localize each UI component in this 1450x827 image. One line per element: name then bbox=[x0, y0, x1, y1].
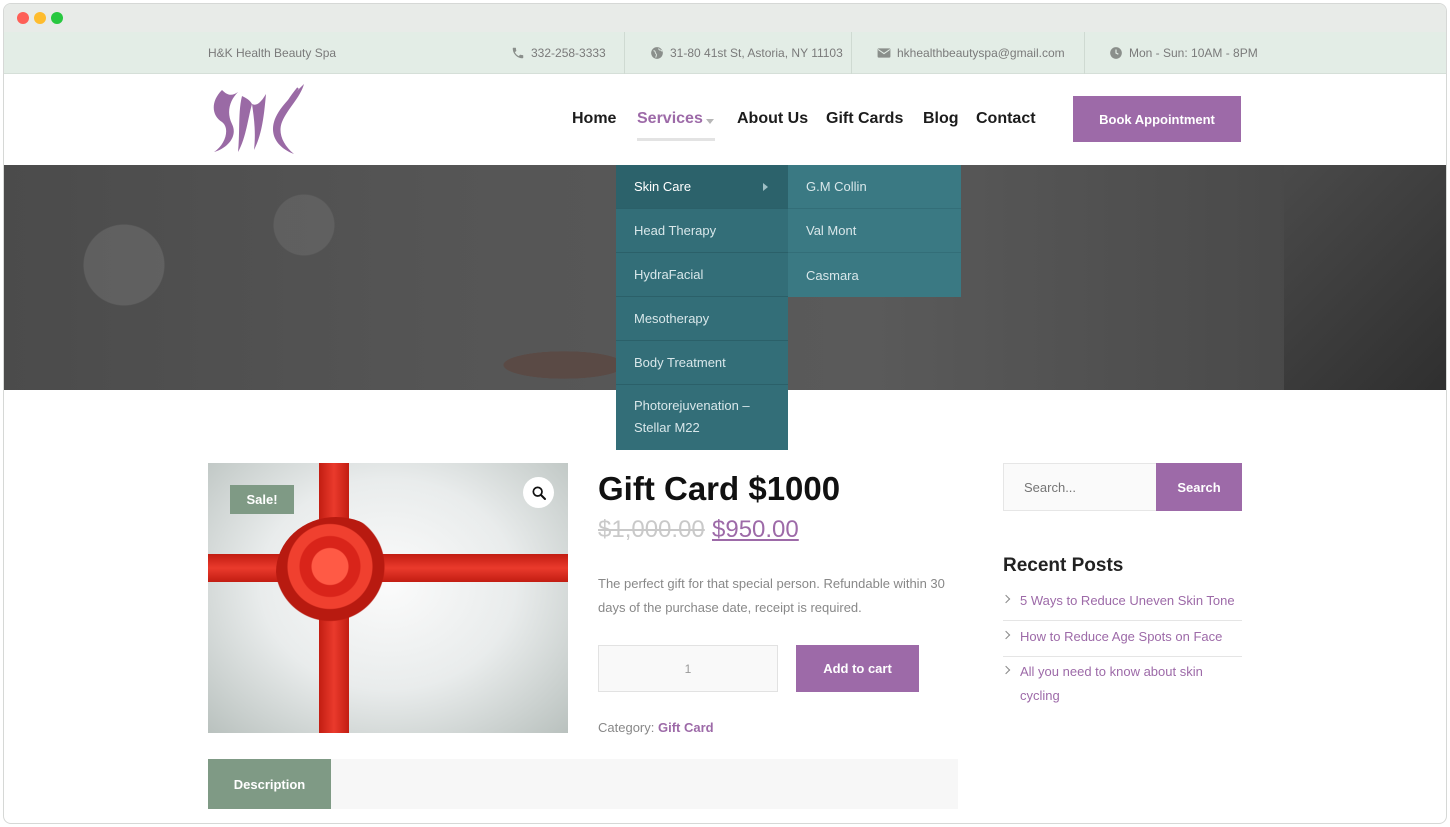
nav-gift-cards[interactable]: Gift Cards bbox=[826, 110, 903, 128]
menu-item-label: Mesotherapy bbox=[634, 311, 710, 326]
menu-item-skin-care[interactable]: Skin Care bbox=[616, 165, 788, 209]
nav-home[interactable]: Home bbox=[572, 110, 616, 128]
recent-post-title[interactable]: How to Reduce Age Spots on Face bbox=[1020, 629, 1222, 644]
menu-item-label: Stellar M22 bbox=[634, 420, 700, 435]
browser-window: H&K Health Beauty Spa 332-258-3333 31-80… bbox=[3, 3, 1447, 824]
divider bbox=[1084, 32, 1085, 74]
envelope-icon bbox=[877, 48, 891, 58]
recent-post-link[interactable]: All you need to know about skin cycling bbox=[1001, 660, 1242, 708]
submenu-item-gm-collin[interactable]: G.M Collin bbox=[788, 165, 961, 209]
chevron-right-icon bbox=[1001, 630, 1011, 640]
menu-item-label: Skin Care bbox=[634, 179, 692, 194]
sale-price: $950.00 bbox=[712, 516, 799, 543]
submenu-item-casmara[interactable]: Casmara bbox=[788, 253, 961, 297]
menu-item-label: G.M Collin bbox=[806, 179, 867, 194]
hk-logo[interactable] bbox=[208, 82, 308, 163]
search-button[interactable]: Search bbox=[1156, 463, 1242, 511]
product-title: Gift Card $1000 bbox=[598, 470, 841, 507]
chevron-right-icon bbox=[763, 182, 768, 191]
phone-icon bbox=[512, 47, 524, 59]
menu-item-label: Val Mont bbox=[806, 223, 857, 238]
phone-text: 332-258-3333 bbox=[531, 46, 606, 60]
topbar-hours: Mon - Sun: 10AM - 8PM bbox=[1109, 32, 1258, 74]
recent-post-link[interactable]: How to Reduce Age Spots on Face bbox=[1001, 625, 1242, 649]
menu-item-label: Casmara bbox=[806, 267, 859, 283]
chevron-down-icon bbox=[706, 119, 714, 124]
gift-bow bbox=[276, 517, 396, 627]
recent-posts-heading: Recent Posts bbox=[1003, 555, 1124, 576]
site-header: Home Services About Us Gift Cards Blog C… bbox=[4, 74, 1446, 165]
menu-item-label: Body Treatment bbox=[634, 355, 726, 370]
topbar-email[interactable]: hkhealthbeautyspa@gmail.com bbox=[877, 32, 1065, 74]
menu-item-label: Head Therapy bbox=[634, 223, 717, 238]
recent-post-title[interactable]: 5 Ways to Reduce Uneven Skin Tone bbox=[1020, 593, 1235, 608]
search-input[interactable] bbox=[1003, 463, 1157, 511]
hero-decor bbox=[1284, 165, 1446, 390]
divider bbox=[1003, 620, 1242, 621]
category-label: Category: bbox=[598, 720, 655, 735]
product-short-description: The perfect gift for that special person… bbox=[598, 576, 945, 615]
nav-contact[interactable]: Contact bbox=[976, 110, 1036, 128]
top-info-bar: H&K Health Beauty Spa 332-258-3333 31-80… bbox=[4, 32, 1446, 74]
recent-post-title[interactable]: All you need to know about skin cycling bbox=[1020, 664, 1203, 703]
quantity-input[interactable] bbox=[598, 645, 778, 692]
add-to-cart-button[interactable]: Add to cart bbox=[796, 645, 919, 692]
divider bbox=[624, 32, 625, 74]
product-category: Category: Gift Card bbox=[598, 720, 714, 735]
maximize-window-icon[interactable] bbox=[51, 12, 63, 24]
recent-post-link[interactable]: 5 Ways to Reduce Uneven Skin Tone bbox=[1001, 589, 1242, 613]
email-text: hkhealthbeautyspa@gmail.com bbox=[897, 46, 1065, 60]
submenu-item-val-mont[interactable]: Val Mont bbox=[788, 209, 961, 253]
sale-badge: Sale! bbox=[230, 485, 294, 514]
topbar-phone[interactable]: 332-258-3333 bbox=[511, 32, 606, 74]
chevron-right-icon bbox=[1001, 665, 1011, 675]
menu-item-label: HydraFacial bbox=[634, 267, 704, 282]
close-window-icon[interactable] bbox=[17, 12, 29, 24]
clock-icon bbox=[1110, 47, 1122, 59]
tab-description[interactable]: Description bbox=[208, 759, 331, 809]
services-dropdown: Skin Care Head Therapy HydraFacial Mesot… bbox=[616, 165, 788, 450]
divider bbox=[1003, 656, 1242, 657]
nav-active-indicator bbox=[637, 138, 715, 141]
product-image[interactable]: Sale! bbox=[208, 463, 568, 733]
zoom-button[interactable] bbox=[523, 477, 554, 508]
minimize-window-icon[interactable] bbox=[34, 12, 46, 24]
menu-item-body-treatment[interactable]: Body Treatment bbox=[616, 341, 788, 385]
nav-about-us[interactable]: About Us bbox=[737, 110, 808, 128]
original-price: $1,000.00 bbox=[598, 516, 705, 543]
menu-item-mesotherapy[interactable]: Mesotherapy bbox=[616, 297, 788, 341]
divider bbox=[851, 32, 852, 74]
address-text: 31-80 41st St, Astoria, NY 11103 bbox=[670, 46, 843, 60]
globe-icon bbox=[651, 47, 663, 59]
menu-item-head-therapy[interactable]: Head Therapy bbox=[616, 209, 788, 253]
window-chrome bbox=[4, 4, 1446, 32]
nav-services[interactable]: Services bbox=[637, 110, 703, 128]
menu-item-label: Photorejuvenation – bbox=[634, 398, 750, 413]
book-appointment-button[interactable]: Book Appointment bbox=[1073, 96, 1241, 142]
nav-blog[interactable]: Blog bbox=[923, 110, 959, 128]
menu-item-hydrafacial[interactable]: HydraFacial bbox=[616, 253, 788, 297]
magnifier-icon bbox=[531, 485, 546, 500]
hours-text: Mon - Sun: 10AM - 8PM bbox=[1129, 46, 1258, 60]
category-link[interactable]: Gift Card bbox=[658, 720, 714, 735]
topbar-address[interactable]: 31-80 41st St, Astoria, NY 11103 bbox=[650, 32, 843, 74]
menu-item-photorejuvenation[interactable]: Photorejuvenation – Stellar M22 bbox=[616, 385, 788, 449]
product-tabs: Description bbox=[208, 759, 958, 809]
chevron-right-icon bbox=[1001, 594, 1011, 604]
skin-care-submenu: G.M Collin Val Mont Casmara bbox=[788, 165, 961, 297]
topbar-brand: H&K Health Beauty Spa bbox=[208, 46, 337, 60]
